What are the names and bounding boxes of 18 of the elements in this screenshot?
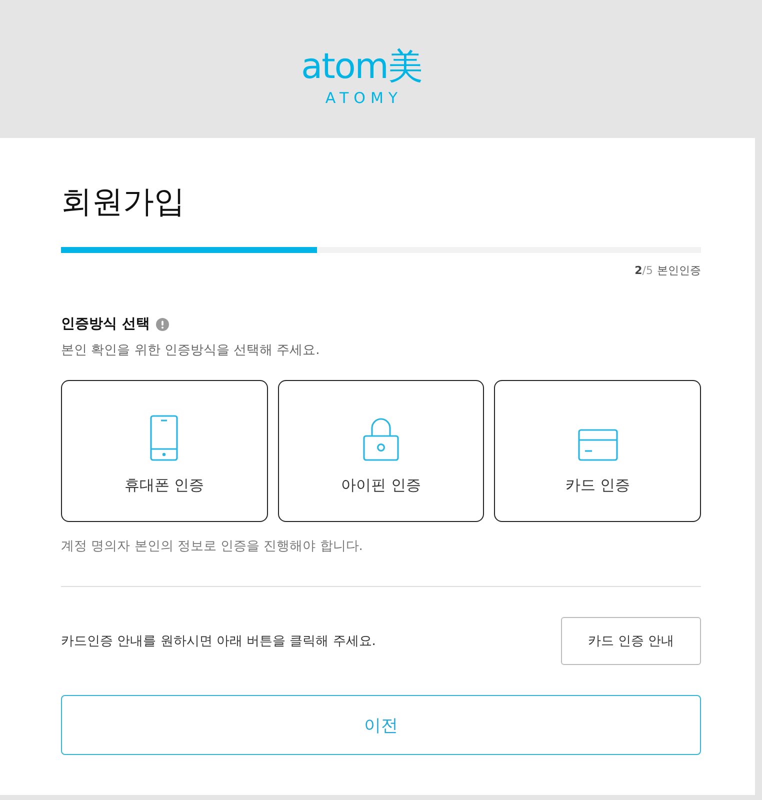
credit-card-icon	[578, 429, 618, 461]
logo-mark: atom美	[301, 46, 422, 88]
card-guide-button[interactable]: 카드 인증 안내	[561, 617, 701, 665]
step-number: 2	[634, 264, 642, 278]
page-title: 회원가입	[61, 183, 186, 222]
info-icon[interactable]	[156, 318, 169, 330]
step-label: 본인인증	[657, 264, 701, 278]
notice-text: 계정 명의자 본인의 정보로 인증을 진행해야 합니다.	[61, 538, 364, 555]
auth-method-card[interactable]: 아이핀 인증	[278, 380, 484, 522]
step-total: /5	[642, 264, 653, 278]
section-title: 인증방식 선택	[61, 315, 150, 333]
logo-wordmark: ATOMY	[325, 89, 403, 107]
smartphone-icon	[150, 415, 178, 461]
card-guide-text: 카드인증 안내를 원하시면 아래 버튼을 클릭해 주세요.	[61, 632, 376, 650]
section-description: 본인 확인을 위한 인증방식을 선택해 주세요.	[61, 342, 321, 359]
auth-method-card[interactable]: 휴대폰 인증	[61, 380, 268, 522]
auth-method-card[interactable]: 카드 인증	[494, 380, 702, 522]
padlock-icon	[363, 417, 399, 461]
